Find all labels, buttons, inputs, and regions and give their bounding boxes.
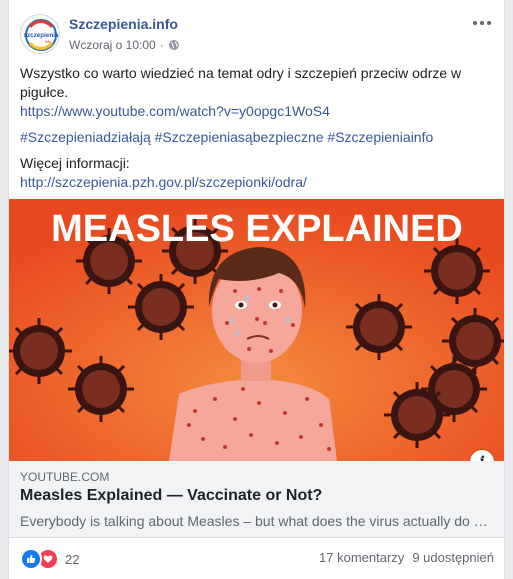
reaction-count: 22: [65, 551, 80, 567]
youtube-link[interactable]: https://www.youtube.com/watch?v=y0opgc1W…: [20, 103, 330, 119]
page-name-link[interactable]: Szczepienia.info: [69, 16, 178, 32]
more-horizontal-icon: [473, 21, 491, 25]
more-info-label: Więcej informacji:: [20, 155, 130, 171]
meta-separator: ·: [159, 38, 164, 52]
info-icon: i: [479, 454, 484, 461]
post-footer: 22 17 komentarzy 9 udostępnień: [20, 548, 494, 570]
measles-illustration: MEASLES EXPLAINED: [9, 199, 504, 461]
post-message: Wszystko co warto wiedzieć na temat odry…: [20, 64, 490, 192]
link-title: Measles Explained — Vaccinate or Not?: [20, 487, 323, 504]
shares-count-link[interactable]: 9 udostępnień: [412, 550, 494, 565]
svg-text:szczepienia: szczepienia: [24, 32, 59, 39]
link-description: Everybody is talking about Measles – but…: [20, 513, 488, 529]
post-card: szczepienia info Szczepienia.info Wczora…: [8, 0, 505, 579]
hashtags-links[interactable]: #Szczepieniadziałają #Szczepieniasąbezpi…: [20, 129, 433, 145]
svg-text:info: info: [45, 39, 52, 44]
more-info-link[interactable]: http://szczepienia.pzh.gov.pl/szczepionk…: [20, 174, 307, 190]
post-timestamp[interactable]: Wczoraj o 10:00: [69, 38, 156, 52]
link-domain: YOUTUBE.COM: [20, 470, 110, 484]
post-meta: Wczoraj o 10:00 ·: [69, 38, 180, 52]
video-thumbnail[interactable]: MEASLES EXPLAINED i: [9, 199, 504, 461]
globe-icon[interactable]: [168, 39, 180, 51]
comments-count-link[interactable]: 17 komentarzy: [319, 550, 404, 565]
post-text-body: Wszystko co warto wiedzieć na temat odry…: [20, 65, 462, 100]
page-avatar[interactable]: szczepienia info: [20, 14, 60, 54]
post-header: szczepienia info Szczepienia.info Wczora…: [20, 11, 496, 55]
page-logo-icon: szczepienia info: [24, 19, 59, 51]
reactions-summary[interactable]: 22: [20, 548, 79, 570]
like-reaction-icon: [20, 548, 42, 570]
more-options-button[interactable]: [470, 11, 494, 35]
engagement-stats: 17 komentarzy 9 udostępnień: [319, 550, 494, 565]
thumbnail-headline: MEASLES EXPLAINED: [51, 208, 463, 250]
link-preview-meta[interactable]: YOUTUBE.COM Measles Explained — Vaccinat…: [9, 461, 504, 538]
